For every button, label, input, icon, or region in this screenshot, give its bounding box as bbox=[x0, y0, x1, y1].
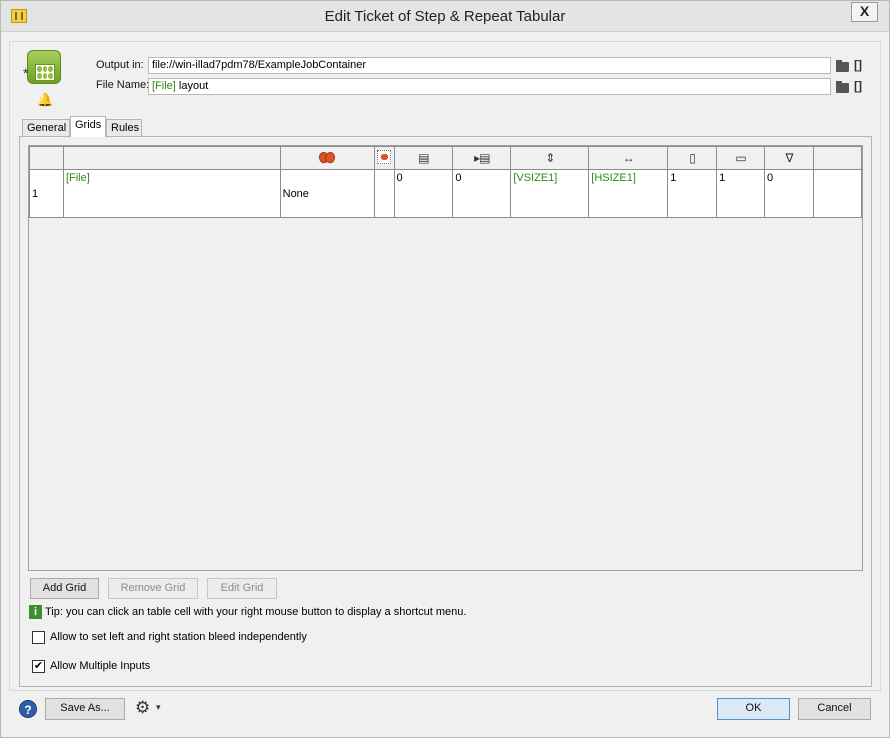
allow-multiple-inputs-checkbox[interactable]: ✔ bbox=[32, 660, 45, 673]
cell-insert-row[interactable]: 0 bbox=[393, 169, 454, 218]
header-columns[interactable]: ▭ bbox=[716, 146, 766, 170]
ticket-icon bbox=[27, 50, 61, 84]
grids-panel: ▤ ▸▤ ⇕ ↔ ▯ ▭ ∇ 1 [File] None 0 0 [VSIZE1… bbox=[19, 136, 872, 687]
header-triangle[interactable]: ∇ bbox=[764, 146, 814, 170]
asterisk-icon: * bbox=[23, 65, 29, 81]
vertical-size-icon: ⇕ bbox=[545, 151, 555, 165]
output-variable-icon[interactable]: [] bbox=[854, 58, 862, 72]
rows-icon: ▯ bbox=[689, 151, 696, 165]
file-name-field[interactable]: [File] layout bbox=[148, 78, 831, 95]
header-horizontal-size[interactable]: ↔ bbox=[588, 146, 669, 170]
window-title: Edit Ticket of Step & Repeat Tabular bbox=[324, 8, 566, 25]
bleed-label: Allow to set left and right station blee… bbox=[50, 631, 307, 643]
output-in-field[interactable]: file://win-illad7pdm78/ExampleJobContain… bbox=[148, 57, 831, 74]
tip-icon: i bbox=[29, 605, 42, 619]
ok-button[interactable]: OK bbox=[717, 698, 790, 720]
header-file[interactable] bbox=[62, 146, 281, 170]
cell-columns[interactable]: 1 bbox=[716, 169, 766, 218]
triangle-icon: ∇ bbox=[785, 151, 793, 165]
dialog-window: Edit Ticket of Step & Repeat Tabular X *… bbox=[0, 0, 890, 738]
allow-multiple-inputs-label: Allow Multiple Inputs bbox=[50, 660, 151, 672]
title-bar: Edit Ticket of Step & Repeat Tabular X bbox=[1, 1, 889, 32]
header-mask-small[interactable] bbox=[373, 146, 395, 170]
header-extra[interactable] bbox=[812, 146, 862, 170]
header-vertical-size[interactable]: ⇕ bbox=[510, 146, 590, 170]
help-icon[interactable]: ? bbox=[19, 700, 37, 718]
header-rows[interactable]: ▯ bbox=[667, 146, 718, 170]
tab-grids[interactable]: Grids bbox=[70, 116, 106, 137]
cell-horizontal-size[interactable]: [HSIZE1] bbox=[588, 169, 669, 218]
tab-rules[interactable]: Rules bbox=[106, 119, 142, 136]
close-button[interactable]: X bbox=[851, 2, 878, 22]
bleed-checkbox[interactable] bbox=[32, 631, 45, 644]
file-name-value: layout bbox=[178, 80, 209, 92]
insert-row-icon: ▤ bbox=[418, 151, 429, 165]
bell-icon[interactable]: 🔔 bbox=[37, 92, 53, 108]
save-as-button[interactable]: Save As... bbox=[45, 698, 125, 720]
table-row[interactable]: 1 [File] None 0 0 [VSIZE1] [HSIZE1] 1 1 … bbox=[29, 169, 862, 218]
cancel-button[interactable]: Cancel bbox=[798, 698, 871, 720]
remove-grid-button[interactable]: Remove Grid bbox=[108, 578, 198, 599]
cell-row-number[interactable]: 1 bbox=[29, 169, 64, 218]
file-folder-icon[interactable] bbox=[836, 81, 849, 93]
mask-icon bbox=[319, 151, 335, 162]
horizontal-size-icon: ↔ bbox=[622, 151, 635, 165]
header-insert-column[interactable]: ▸▤ bbox=[452, 146, 512, 170]
output-in-value: file://win-illad7pdm78/ExampleJobContain… bbox=[152, 59, 367, 71]
cell-extra[interactable] bbox=[812, 169, 862, 218]
small-mask-icon bbox=[377, 149, 391, 164]
cell-vertical-size[interactable]: [VSIZE1] bbox=[510, 169, 590, 218]
gear-icon[interactable]: ⚙ bbox=[135, 698, 150, 718]
tab-general[interactable]: General bbox=[22, 119, 70, 136]
grid-table-area[interactable]: ▤ ▸▤ ⇕ ↔ ▯ ▭ ∇ 1 [File] None 0 0 [VSIZE1… bbox=[28, 145, 863, 571]
file-variable-icon[interactable]: [] bbox=[854, 79, 862, 93]
output-in-label: Output in: bbox=[96, 59, 144, 71]
output-folder-icon[interactable] bbox=[836, 60, 849, 72]
header-row-number[interactable] bbox=[29, 146, 64, 170]
cell-rows[interactable]: 1 bbox=[667, 169, 718, 218]
header-insert-row[interactable]: ▤ bbox=[393, 146, 454, 170]
file-name-label: File Name: bbox=[96, 79, 150, 91]
columns-icon: ▭ bbox=[735, 151, 746, 165]
insert-column-icon: ▸▤ bbox=[474, 151, 490, 165]
cell-mask-small[interactable] bbox=[373, 169, 395, 218]
add-grid-button[interactable]: Add Grid bbox=[30, 578, 99, 599]
cell-triangle[interactable]: 0 bbox=[764, 169, 814, 218]
chevron-down-icon[interactable]: ▾ bbox=[156, 702, 161, 713]
dialog-content: * 🔔 Output in: file://win-illad7pdm78/Ex… bbox=[9, 41, 881, 691]
cell-mask[interactable]: None bbox=[279, 169, 375, 218]
cell-file[interactable]: [File] bbox=[62, 169, 281, 218]
grid-table: ▤ ▸▤ ⇕ ↔ ▯ ▭ ∇ 1 [File] None 0 0 [VSIZE1… bbox=[29, 146, 862, 218]
edit-grid-button[interactable]: Edit Grid bbox=[207, 578, 277, 599]
tip-text: Tip: you can click an table cell with yo… bbox=[45, 606, 467, 618]
cell-insert-column[interactable]: 0 bbox=[452, 169, 512, 218]
table-header-row: ▤ ▸▤ ⇕ ↔ ▯ ▭ ∇ bbox=[29, 146, 862, 170]
file-token: [File] bbox=[152, 80, 176, 92]
header-mask[interactable] bbox=[279, 146, 375, 170]
